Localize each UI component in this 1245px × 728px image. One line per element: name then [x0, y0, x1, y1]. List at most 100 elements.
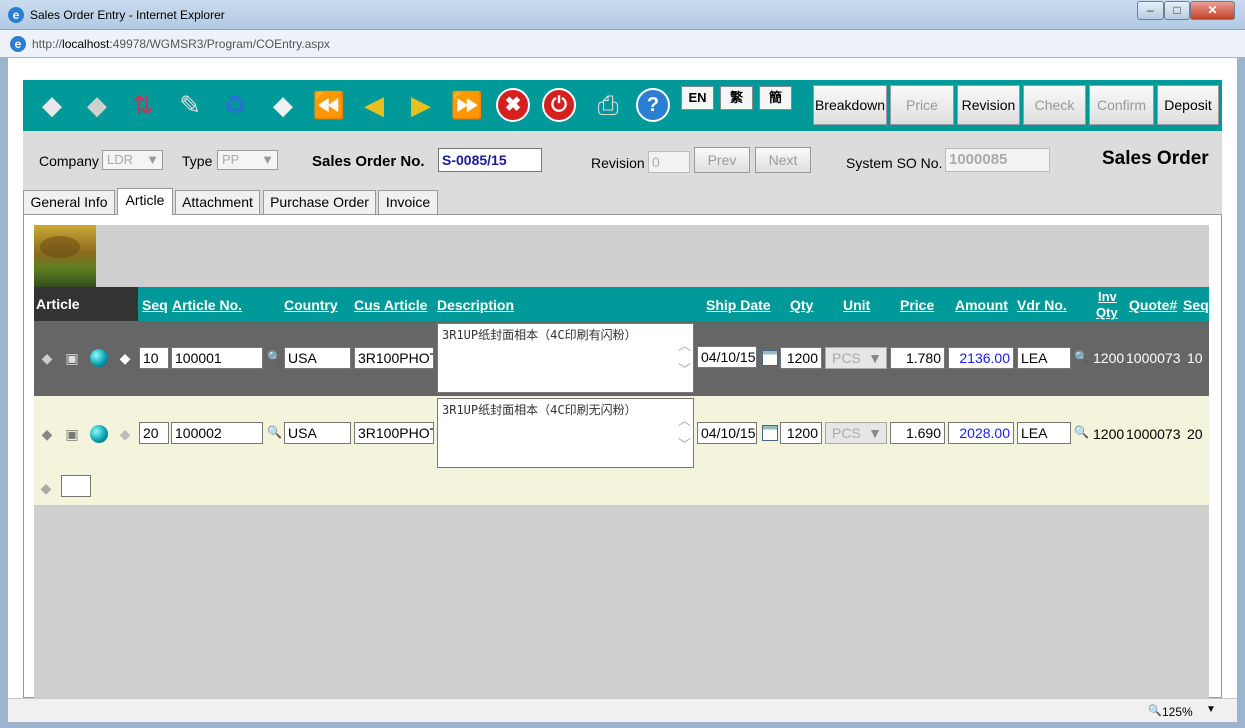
new-document-icon[interactable]: ◆ [33, 86, 71, 124]
open-document-icon[interactable]: ◆ [78, 86, 116, 124]
row-vdr-no-input[interactable]: LEA [1017, 347, 1071, 369]
tab-invoice[interactable]: Invoice [378, 190, 438, 214]
row-ship-date-input[interactable]: 04/10/15 [697, 346, 757, 368]
breakdown-button[interactable]: Breakdown [813, 85, 887, 125]
row-vdr-no-input[interactable]: LEA [1017, 422, 1071, 444]
minimize-button[interactable]: – [1137, 1, 1164, 20]
row-amount-input[interactable]: 2028.00 [948, 422, 1014, 444]
article-search-icon[interactable]: 🔍 [267, 425, 282, 439]
add-row-icon[interactable]: ◆ [37, 479, 55, 497]
first-record-icon[interactable]: ⏪ [310, 86, 348, 124]
calendar-icon[interactable]: . [762, 350, 778, 366]
new-row-seq-input[interactable] [61, 475, 91, 497]
row-clear-icon[interactable]: ◆ [116, 425, 134, 443]
row-description-textarea[interactable]: 3R1UP纸封面相本（4C印刷无闪粉） ︿ ﹀ [437, 398, 694, 468]
deposit-button[interactable]: Deposit [1157, 85, 1219, 125]
check-button[interactable]: Check [1023, 85, 1086, 125]
header-article-no[interactable]: Article No. [172, 297, 242, 313]
company-select[interactable]: LDR ▼ [102, 150, 163, 170]
help-icon[interactable]: ? [636, 88, 670, 122]
power-exit-icon[interactable]: ⏻ [542, 88, 576, 122]
header-qty[interactable]: Qty [790, 297, 813, 313]
price-button[interactable]: Price [890, 85, 954, 125]
row-cus-article-input[interactable]: 3R100PHOTO [354, 347, 434, 369]
row-article-no-input[interactable]: 100001 [171, 347, 263, 369]
header-seq2[interactable]: Seq [1183, 297, 1209, 313]
row-status-ball-icon[interactable] [90, 349, 108, 367]
zoom-dropdown-icon[interactable]: ▼ [1206, 704, 1216, 715]
revision-input[interactable]: 0 [648, 151, 690, 173]
clear-eraser-icon[interactable]: ◆ [264, 86, 302, 124]
row-price-input[interactable]: 1.780 [890, 347, 945, 369]
row-seq-input[interactable]: 10 [139, 347, 169, 369]
header-inv-qty[interactable]: Qty [1096, 305, 1118, 320]
zoom-level[interactable]: 125% [1162, 705, 1193, 719]
last-record-icon[interactable]: ⏩ [448, 86, 486, 124]
article-search-icon[interactable]: 🔍 [267, 350, 282, 364]
row-unit-select[interactable]: PCS ▼ [825, 347, 887, 369]
row-cus-article-input[interactable]: 3R100PHOTO [354, 422, 434, 444]
tab-attachment[interactable]: Attachment [175, 190, 260, 214]
row-status-ball-icon[interactable] [90, 425, 108, 443]
row-unit-select[interactable]: PCS ▼ [825, 422, 887, 444]
ie-logo-icon: e [8, 7, 24, 23]
header-cus-article[interactable]: Cus Article [354, 297, 427, 313]
row-description-textarea[interactable]: 3R1UP纸封面相本（4C印刷有闪粉） ︿ ﹀ [437, 323, 694, 393]
import-export-icon[interactable]: ⇅ [124, 86, 162, 124]
row-ship-date-input[interactable]: 04/10/15 [697, 422, 757, 444]
row-edit-icon[interactable]: ◆ [38, 425, 56, 443]
system-so-input[interactable]: 1000085 [945, 148, 1050, 172]
vendor-search-icon[interactable]: 🔍 [1074, 425, 1089, 439]
header-inv[interactable]: Inv [1098, 289, 1117, 304]
confirm-button[interactable]: Confirm [1089, 85, 1154, 125]
zoom-icon[interactable]: 🔍 [1148, 704, 1162, 717]
row-seq-input[interactable]: 20 [139, 422, 169, 444]
header-ship-date[interactable]: Ship Date [706, 297, 771, 313]
printer-icon[interactable]: ⎙ [589, 86, 627, 124]
row-country-input[interactable]: USA [284, 422, 351, 444]
row-edit-icon[interactable]: ◆ [38, 349, 56, 367]
header-price[interactable]: Price [900, 297, 934, 313]
maximize-button[interactable]: □ [1164, 1, 1190, 20]
header-description[interactable]: Description [437, 297, 514, 313]
row-amount-input[interactable]: 2136.00 [948, 347, 1014, 369]
lang-traditional-button[interactable]: 繁 [720, 86, 753, 110]
prev-button[interactable]: Prev [694, 147, 750, 173]
textarea-scroll-icon[interactable]: ︿ ﹀ [678, 409, 691, 457]
address-url[interactable]: http://localhost:49978/WGMSR3/Program/CO… [32, 37, 330, 51]
tab-general-info[interactable]: General Info [23, 190, 115, 214]
sales-order-no-label: Sales Order No. [312, 153, 425, 170]
cancel-icon[interactable]: ✖ [496, 88, 530, 122]
row-price-input[interactable]: 1.690 [890, 422, 945, 444]
edit-pencil-icon[interactable]: ✎ [171, 86, 209, 124]
sales-order-no-input[interactable]: S-0085/15 [438, 148, 542, 172]
tab-article[interactable]: Article [117, 188, 173, 215]
vendor-search-icon[interactable]: 🔍 [1074, 350, 1089, 364]
row-qty-input[interactable]: 1200 [780, 347, 822, 369]
row-article-no-input[interactable]: 100002 [171, 422, 263, 444]
calendar-icon[interactable]: . [762, 425, 778, 441]
tab-purchase-order[interactable]: Purchase Order [263, 190, 376, 214]
header-quote[interactable]: Quote# [1129, 297, 1177, 313]
header-seq[interactable]: Seq [142, 297, 168, 313]
recycle-bin-icon[interactable]: ♻ [216, 86, 254, 124]
textarea-scroll-icon[interactable]: ︿ ﹀ [678, 334, 691, 382]
row-delete-bin-icon[interactable]: ▣ [63, 349, 81, 367]
row-country-input[interactable]: USA [284, 347, 351, 369]
type-select[interactable]: PP ▼ [217, 150, 278, 170]
header-vdr-no[interactable]: Vdr No. [1017, 297, 1067, 313]
header-unit[interactable]: Unit [843, 297, 870, 313]
next-record-icon[interactable]: ▶ [402, 86, 440, 124]
next-button[interactable]: Next [755, 147, 811, 173]
lang-en-button[interactable]: EN [681, 86, 714, 110]
revision-button[interactable]: Revision [957, 85, 1020, 125]
header-country[interactable]: Country [284, 297, 338, 313]
close-window-button[interactable]: ✕ [1190, 1, 1235, 20]
lang-simplified-button[interactable]: 簡 [759, 86, 792, 110]
row-delete-bin-icon[interactable]: ▣ [63, 425, 81, 443]
row-qty-input[interactable]: 1200 [780, 422, 822, 444]
previous-record-icon[interactable]: ◀ [355, 86, 393, 124]
new-table-row [34, 471, 1209, 505]
header-amount[interactable]: Amount [955, 297, 1008, 313]
row-clear-icon[interactable]: ◆ [116, 349, 134, 367]
